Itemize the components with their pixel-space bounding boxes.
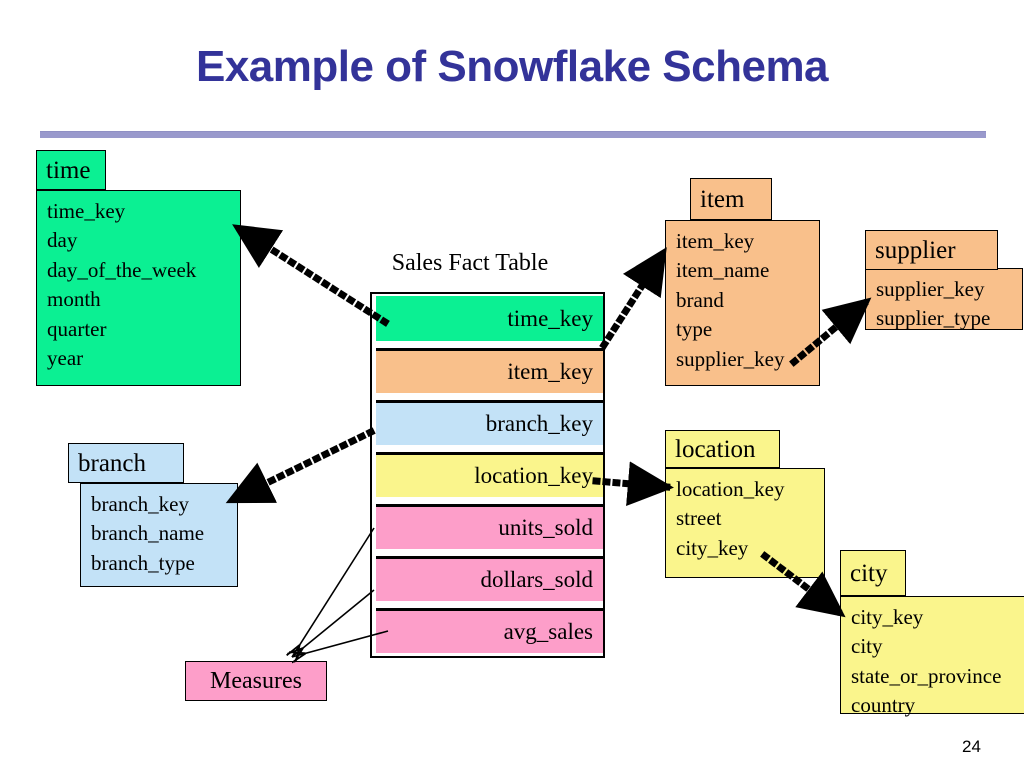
item-field: item_name: [676, 258, 770, 283]
time-field: day_of_the_week: [47, 257, 197, 282]
fact-row-label: dollars_sold: [480, 567, 593, 592]
city-table-title: city: [850, 559, 888, 587]
slide-canvas: Example of Snowflake Schema time time_ke…: [0, 0, 1024, 768]
supplier-table-title: supplier: [875, 236, 956, 264]
city-field: state_or_province: [851, 663, 1002, 688]
connector-fact-to-location: [592, 461, 674, 507]
branch-field: branch_name: [91, 521, 205, 546]
location-field: city_key: [676, 535, 749, 560]
location-table-body[interactable]: location_key street city_key: [665, 468, 825, 578]
fact-row-label: item_key: [507, 359, 593, 384]
fact-row-label: units_sold: [498, 515, 593, 540]
fact-row[interactable]: item_key: [376, 348, 603, 393]
fact-row-label: branch_key: [485, 411, 593, 436]
time-table-title: time: [46, 156, 91, 184]
time-field: year: [47, 345, 84, 370]
supplier-table-header[interactable]: supplier: [865, 230, 998, 270]
city-table-header[interactable]: city: [840, 550, 906, 596]
location-field: location_key: [676, 477, 785, 501]
measures-label-box[interactable]: Measures: [185, 661, 327, 701]
branch-field: branch_key: [91, 492, 189, 516]
fact-row[interactable]: branch_key: [376, 400, 603, 445]
item-field: supplier_key: [676, 346, 785, 371]
page-number: 24: [962, 737, 981, 756]
fact-table[interactable]: time_key item_key branch_key location_ke…: [370, 292, 605, 658]
connector-fact-to-branch: [225, 427, 376, 505]
supplier-table-body[interactable]: supplier_key supplier_type: [865, 268, 1023, 330]
city-field: city_key: [851, 605, 924, 629]
time-table-header[interactable]: time: [36, 150, 106, 190]
time-table-body[interactable]: time_key day day_of_the_week month quart…: [36, 190, 241, 386]
fact-row[interactable]: units_sold: [376, 504, 603, 549]
measures-label: Measures: [210, 667, 302, 694]
title-divider: [40, 131, 986, 138]
city-field: country: [851, 693, 916, 718]
connector-fact-to-item: [599, 247, 668, 350]
item-field: item_key: [676, 229, 755, 253]
item-field: type: [676, 317, 713, 342]
fact-table-caption: Sales Fact Table: [391, 250, 549, 276]
time-field: time_key: [47, 199, 126, 223]
item-table-title: item: [700, 185, 745, 213]
item-table-header[interactable]: item: [690, 178, 772, 220]
page-title: Example of Snowflake Schema: [195, 42, 829, 91]
branch-field: branch_type: [91, 550, 195, 575]
city-field: city: [851, 634, 883, 659]
fact-row[interactable]: avg_sales: [376, 608, 603, 653]
location-field: street: [676, 506, 722, 531]
connector-measures-dollars-sold: [292, 589, 375, 657]
fact-row[interactable]: time_key: [376, 296, 603, 341]
fact-row[interactable]: dollars_sold: [376, 556, 603, 601]
fact-row-label: avg_sales: [503, 619, 593, 644]
city-table-body[interactable]: city_key city state_or_province country: [840, 596, 1024, 717]
location-table-title: location: [675, 435, 756, 463]
branch-table-body[interactable]: branch_key branch_name branch_type: [80, 483, 238, 587]
supplier-field: supplier_key: [876, 277, 985, 301]
branch-table-title: branch: [78, 449, 147, 477]
supplier-field: supplier_type: [876, 306, 991, 331]
time-field: month: [47, 287, 101, 312]
item-table-body[interactable]: item_key item_name brand type supplier_k…: [665, 220, 820, 386]
connector-measures-units-sold: [292, 527, 375, 657]
item-field: brand: [676, 287, 724, 312]
time-field: day: [47, 228, 78, 253]
time-field: quarter: [47, 316, 107, 341]
fact-row-label: time_key: [507, 305, 593, 331]
fact-row-label: location_key: [474, 463, 593, 488]
location-table-header[interactable]: location: [665, 430, 780, 468]
fact-row[interactable]: location_key: [376, 452, 603, 497]
branch-table-header[interactable]: branch: [68, 443, 184, 483]
